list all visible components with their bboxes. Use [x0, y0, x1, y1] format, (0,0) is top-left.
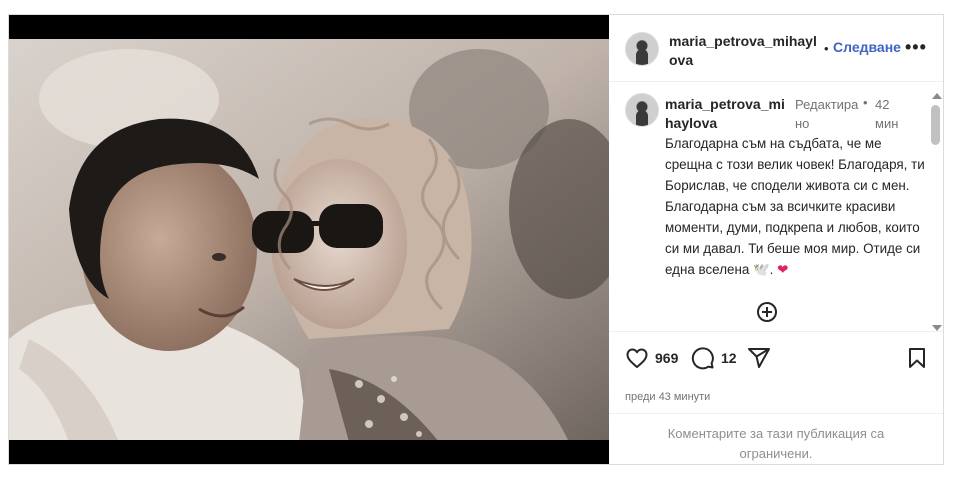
heart-icon[interactable]: [625, 346, 649, 370]
caption-avatar-icon[interactable]: [625, 93, 659, 127]
header-username[interactable]: maria_petrova_mihaylova: [669, 32, 819, 70]
follow-button[interactable]: Следване: [833, 39, 901, 55]
comments-limited-text: Коментарите за тази публикация са ограни…: [667, 426, 885, 461]
caption-separator-dot: •: [863, 95, 868, 110]
more-options-icon[interactable]: •••: [905, 37, 927, 58]
heart-emoji: ❤: [777, 262, 789, 277]
comment-icon[interactable]: [691, 346, 715, 370]
share-icon[interactable]: [747, 346, 771, 370]
caption-username[interactable]: maria_petrova_mihaylova: [665, 95, 793, 133]
comments-section: maria_petrova_mihaylova Редактирано • 42…: [609, 82, 943, 330]
caption-body: Благодарна съм на съдбата, че ме срещна …: [665, 136, 925, 277]
post-dialog: maria_petrova_mihaylova • Следване ••• m…: [8, 14, 944, 465]
scroll-up-arrow-icon[interactable]: [932, 93, 942, 99]
comments-count[interactable]: 12: [721, 350, 737, 366]
letterbox-top: [9, 15, 609, 39]
bookmark-icon[interactable]: [905, 346, 929, 370]
posted-time[interactable]: преди 43 минути: [625, 391, 710, 403]
scroll-thumb[interactable]: [931, 105, 940, 145]
caption-timestamp[interactable]: 42 мин: [875, 95, 901, 133]
user-avatar-icon[interactable]: [625, 32, 659, 66]
header-separator-dot: •: [824, 41, 829, 56]
letterbox-bottom: [9, 440, 609, 464]
edited-label: Редактирано: [795, 97, 859, 131]
post-sidebar: maria_petrova_mihaylova • Следване ••• m…: [609, 15, 943, 464]
add-comment-icon[interactable]: [757, 302, 777, 322]
post-header: maria_petrova_mihaylova • Следване •••: [609, 15, 943, 82]
comments-limited-notice: Коментарите за тази публикация са ограни…: [609, 413, 943, 466]
post-photo[interactable]: [9, 39, 609, 442]
post-media: [9, 15, 609, 464]
comments-scrollbar[interactable]: [929, 93, 943, 331]
caption-text: Благодарна съм на съдбата, че ме срещна …: [665, 133, 927, 280]
likes-count[interactable]: 969: [655, 350, 678, 366]
